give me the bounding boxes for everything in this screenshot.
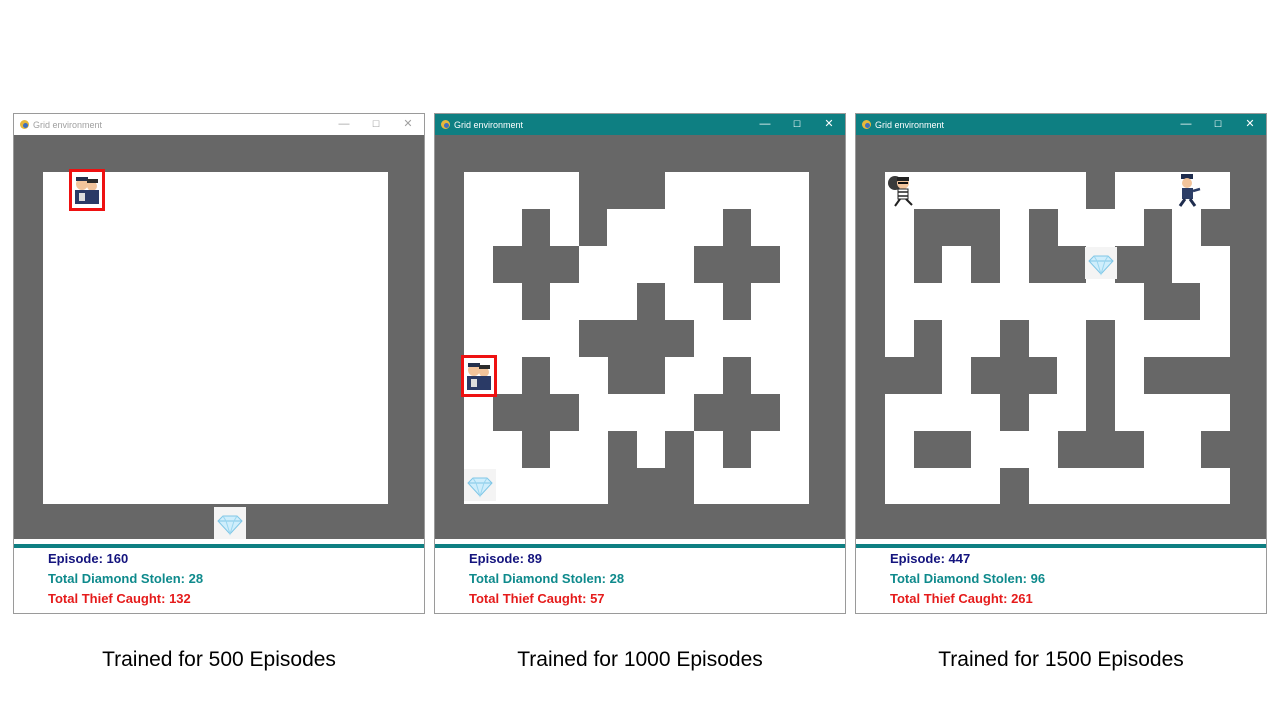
python-icon [862,120,871,129]
thief-caught: Total Thief Caught: 57 [469,591,605,606]
caption-500: Trained for 500 Episodes [102,648,336,671]
wall-block [637,468,665,504]
wall-block [971,357,1057,394]
close-button[interactable]: ✕ [1234,114,1266,135]
wall-block [885,357,914,394]
wall-block [914,246,942,283]
wall-block [1029,209,1058,283]
thief-icon [886,173,916,208]
caption-1500: Trained for 1500 Episodes [938,648,1184,671]
wall-block [493,394,579,431]
thief-caught-icon [461,355,497,397]
episode-counter: Episode: 160 [48,551,129,566]
maximize-button[interactable]: ☐ [1202,114,1234,135]
wall-block [1144,209,1172,320]
python-icon [441,120,450,129]
window-title: Grid environment [33,119,103,130]
title-bar: Grid environment — ☐ ✕ [856,114,1266,135]
maximize-button[interactable]: ☐ [360,114,392,135]
wall-block [579,320,694,357]
python-icon [20,120,29,129]
divider [856,544,1266,548]
episode-counter: Episode: 89 [469,551,542,566]
close-button[interactable]: ✕ [392,114,424,135]
close-button[interactable]: ✕ [813,114,845,135]
diamond-icon [214,507,246,539]
thief-caught: Total Thief Caught: 132 [48,591,191,606]
episode-counter: Episode: 447 [890,551,971,566]
wall-block [608,431,637,504]
wall-block [665,431,694,504]
wall-block [1144,357,1230,394]
diamonds-stolen: Total Diamond Stolen: 28 [48,571,204,586]
wall-block [1058,431,1144,468]
wall-block [1172,283,1200,320]
divider [14,544,424,548]
wall-block [694,246,780,283]
window-title: Grid environment [875,119,945,130]
minimize-button[interactable]: — [328,114,360,135]
wall-block [694,394,780,431]
wall-block [1086,172,1115,209]
window-title: Grid environment [454,119,524,130]
diamond-icon [1085,247,1117,279]
grid-maze [14,135,424,539]
wall-block [914,209,1000,246]
wall-block [1201,209,1230,246]
grid-maze [856,135,1266,539]
minimize-button[interactable]: — [749,114,781,135]
caption-1000: Trained for 1000 Episodes [517,648,763,671]
wall-block [1201,431,1230,468]
open-floor [43,172,388,504]
diamonds-stolen: Total Diamond Stolen: 96 [890,571,1046,586]
wall-block [1058,246,1086,283]
title-bar: Grid environment — ☐ ✕ [14,114,424,135]
wall-block [637,172,665,209]
grid-window-1000: Grid environment — ☐ ✕ Episode: 89 Total… [434,113,846,614]
wall-block [579,209,607,246]
grid-maze [435,135,845,539]
wall-block [493,246,579,283]
minimize-button[interactable]: — [1170,114,1202,135]
wall-block [914,431,971,468]
thief-caught: Total Thief Caught: 261 [890,591,1033,606]
wall-block [971,246,1000,283]
diamond-icon [464,469,496,501]
wall-block [914,320,942,394]
police-icon [1172,172,1202,208]
divider [435,544,845,548]
thief-caught-icon [69,169,105,211]
wall-block [608,357,637,394]
diamonds-stolen: Total Diamond Stolen: 28 [469,571,625,586]
wall-block [1000,468,1029,504]
title-bar: Grid environment — ☐ ✕ [435,114,845,135]
maximize-button[interactable]: ☐ [781,114,813,135]
wall-block [579,172,637,209]
grid-window-500: Grid environment — ☐ ✕ Episode: 160 Tota… [13,113,425,614]
wall-block [1115,246,1144,283]
grid-window-1500: Grid environment — ☐ ✕ Episode: 447 Tota… [855,113,1267,614]
